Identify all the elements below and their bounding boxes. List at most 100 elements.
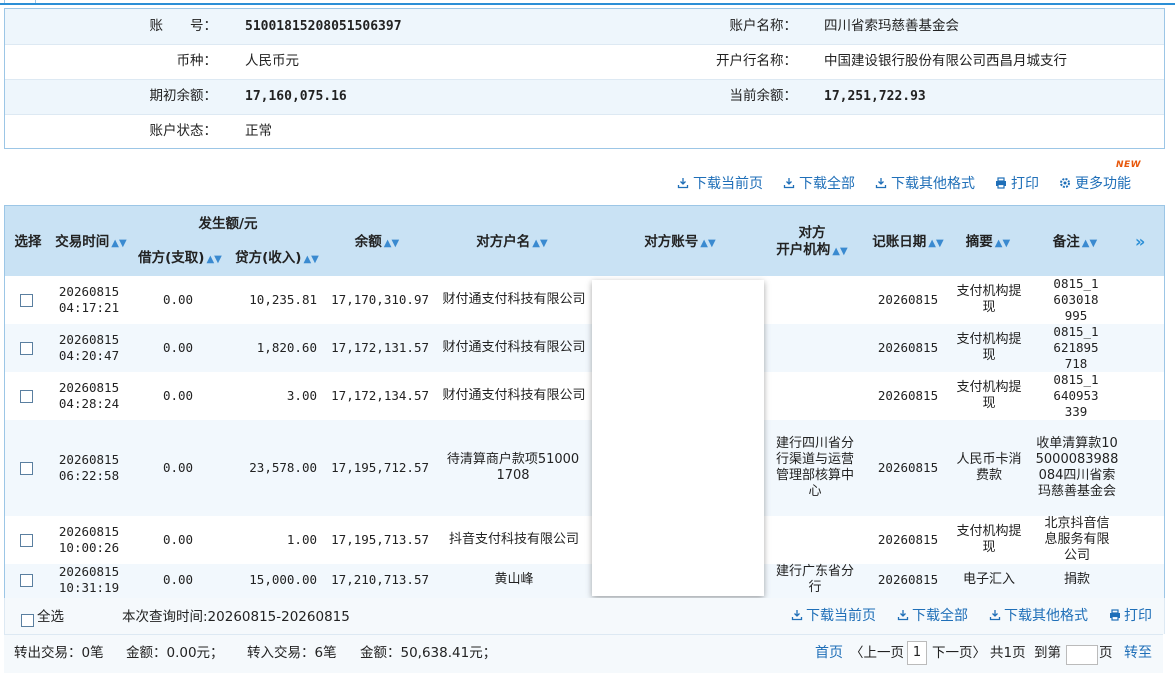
scroll-right-icon[interactable]: » bbox=[1135, 232, 1145, 251]
col-counterparty-account-header[interactable]: 对方账号 ▲▼ bbox=[605, 234, 755, 252]
row-select bbox=[11, 420, 41, 516]
col-counterparty-account-label: 对方账号 bbox=[644, 234, 699, 250]
row-select bbox=[11, 564, 41, 596]
cell-summary: 支付机构提现 bbox=[956, 284, 1022, 315]
table-row[interactable]: 20260815 10:31:19 0.00 15,000.00 17,210,7… bbox=[5, 564, 1164, 599]
col-time-label: 交易时间 bbox=[55, 234, 110, 250]
cell-debit: 0.00 bbox=[162, 340, 194, 355]
cell-balance: 17,195,712.57 bbox=[331, 460, 429, 475]
cell-date: 20260815 bbox=[58, 284, 120, 299]
cell-date: 20260815 bbox=[58, 452, 120, 467]
row-checkbox[interactable] bbox=[19, 341, 33, 355]
cell-counterparty-name: 财付通支付科技有限公司 bbox=[442, 388, 586, 403]
footer-download-all-button[interactable]: 下载全部 bbox=[897, 606, 968, 626]
cell-time: 20260815 04:28:24 bbox=[49, 372, 129, 420]
page-unit-label: 页 bbox=[1099, 645, 1113, 661]
col-credit-header[interactable]: 贷方(收入) ▲▼ bbox=[231, 250, 323, 268]
sort-icon[interactable]: ▲▼ bbox=[532, 238, 547, 249]
current-balance-label: 当前余额： bbox=[729, 88, 798, 104]
download-all-button[interactable]: 下载全部 bbox=[783, 174, 855, 194]
print-label: 打印 bbox=[1011, 176, 1039, 192]
account-info-row: 期初余额： 17,160,075.16 当前余额： 17,251,722.93 bbox=[5, 79, 1164, 114]
sort-icon[interactable]: ▲▼ bbox=[832, 246, 847, 257]
col-counterparty-bank-header[interactable]: 对方 开户机构 ▲▼ bbox=[767, 225, 857, 260]
cell-post-date: 20260815 bbox=[877, 388, 939, 403]
cell-time: 20260815 10:31:19 bbox=[49, 564, 129, 596]
cell-clock: 04:20:47 bbox=[58, 348, 120, 363]
next-page-link[interactable]: 下一页〉 bbox=[932, 643, 986, 663]
select-all-checkbox[interactable] bbox=[21, 614, 34, 627]
outgoing-count: 转出交易：0笔 bbox=[14, 645, 104, 661]
col-counterparty-name-header[interactable]: 对方户名 ▲▼ bbox=[437, 234, 587, 252]
col-post-date-header[interactable]: 记账日期 ▲▼ bbox=[865, 234, 951, 252]
sort-icon[interactable]: ▲▼ bbox=[995, 238, 1010, 249]
row-checkbox[interactable] bbox=[19, 293, 33, 307]
cell-balance: 17,170,310.97 bbox=[331, 292, 429, 307]
table-row[interactable]: 20260815 10:00:26 0.00 1.00 17,195,713.57… bbox=[5, 516, 1164, 564]
print-button[interactable]: 打印 bbox=[995, 174, 1039, 194]
cell-counterparty-bank: 建行四川省分行渠道与运营管理部核算中心 bbox=[775, 436, 854, 499]
redaction-overlay bbox=[592, 280, 764, 596]
table-row[interactable]: 20260815 06:22:58 0.00 23,578.00 17,195,7… bbox=[5, 420, 1164, 516]
sort-icon[interactable]: ▲▼ bbox=[206, 254, 221, 265]
table-row[interactable]: 20260815 04:17:21 0.00 10,235.81 17,170,3… bbox=[5, 276, 1164, 324]
cell-remark: 收单清算款105000083988084四川省索玛慈善基金会 bbox=[1035, 436, 1119, 499]
download-page-button[interactable]: 下载当前页 bbox=[677, 174, 763, 194]
col-time-header[interactable]: 交易时间 ▲▼ bbox=[49, 234, 133, 252]
table-header: 选择 交易时间 ▲▼ 发生额/元 借方(支取) ▲▼ 贷方(收入) ▲▼ 余额 ▲▼ 对… bbox=[5, 206, 1164, 276]
more-functions-button[interactable]: 更多功能 bbox=[1059, 174, 1131, 194]
sort-icon[interactable]: ▲▼ bbox=[303, 254, 318, 265]
account-status-value: 正常 bbox=[245, 123, 272, 139]
row-checkbox[interactable] bbox=[19, 389, 33, 403]
cell-time: 20260815 04:20:47 bbox=[49, 324, 129, 372]
row-checkbox[interactable] bbox=[19, 533, 33, 547]
divider bbox=[5, 44, 1164, 45]
table-row[interactable]: 20260815 04:28:24 0.00 3.00 17,172,134.57… bbox=[5, 372, 1164, 420]
current-page-box[interactable]: 1 bbox=[907, 641, 927, 665]
page-number-input[interactable] bbox=[1066, 645, 1098, 665]
col-remark-header[interactable]: 备注 ▲▼ bbox=[1037, 234, 1113, 252]
cell-time: 20260815 06:22:58 bbox=[49, 420, 129, 516]
cell-counterparty-bank bbox=[771, 372, 859, 420]
prev-page-link[interactable]: 〈上一页 bbox=[850, 643, 904, 663]
cell-debit: 0.00 bbox=[162, 460, 194, 475]
footer-download-all-label: 下载全部 bbox=[912, 608, 968, 624]
download-other-format-button[interactable]: 下载其他格式 bbox=[875, 174, 975, 194]
col-balance-header[interactable]: 余额 ▲▼ bbox=[327, 234, 427, 252]
cell-remark: 北京抖音信息服务有限公司 bbox=[1044, 516, 1110, 563]
download-icon bbox=[989, 610, 1001, 621]
table-footer-actions: 全选 本次查询时间:20260815-20260815 下载当前页 下载全部 下… bbox=[4, 598, 1165, 634]
footer-print-button[interactable]: 打印 bbox=[1109, 606, 1152, 626]
sort-icon[interactable]: ▲▼ bbox=[384, 238, 399, 249]
footer-download-other-button[interactable]: 下载其他格式 bbox=[989, 606, 1088, 626]
download-other-label: 下载其他格式 bbox=[891, 176, 975, 192]
cell-counterparty-name: 抖音支付科技有限公司 bbox=[448, 532, 579, 547]
cell-balance: 17,210,713.57 bbox=[331, 572, 429, 587]
row-checkbox[interactable] bbox=[19, 573, 33, 587]
col-summary-label: 摘要 bbox=[965, 234, 993, 250]
first-page-link[interactable]: 首页 bbox=[815, 643, 843, 663]
sort-icon[interactable]: ▲▼ bbox=[700, 238, 715, 249]
cell-summary: 电子汇入 bbox=[962, 572, 1015, 587]
cell-time: 20260815 04:17:21 bbox=[49, 276, 129, 324]
row-checkbox[interactable] bbox=[19, 461, 33, 475]
outgoing-amount: 金额：0.00元； bbox=[126, 645, 224, 661]
account-number-value: 51001815208051506397 bbox=[245, 19, 402, 34]
cell-credit: 1.00 bbox=[286, 532, 317, 547]
goto-button[interactable]: 转至 bbox=[1124, 643, 1152, 663]
footer-download-page-button[interactable]: 下载当前页 bbox=[791, 606, 876, 626]
sort-icon[interactable]: ▲▼ bbox=[111, 238, 126, 249]
currency-value: 人民币元 bbox=[245, 53, 299, 69]
summary-and-pagination: 转出交易：0笔 金额：0.00元； 转入交易：6笔 金额：50,638.41元；… bbox=[4, 634, 1163, 673]
sort-icon[interactable]: ▲▼ bbox=[928, 238, 943, 249]
sort-icon[interactable]: ▲▼ bbox=[1082, 238, 1097, 249]
gear-icon bbox=[1060, 178, 1070, 188]
download-icon bbox=[897, 610, 909, 621]
cell-debit: 0.00 bbox=[162, 292, 194, 307]
select-all-label[interactable]: 全选 bbox=[37, 607, 64, 627]
account-number-label: 账 号： bbox=[149, 18, 218, 34]
table-row[interactable]: 20260815 04:20:47 0.00 1,820.60 17,172,13… bbox=[5, 324, 1164, 372]
col-summary-header[interactable]: 摘要 ▲▼ bbox=[953, 234, 1023, 252]
col-debit-header[interactable]: 借方(支取) ▲▼ bbox=[135, 250, 225, 268]
more-functions-label: 更多功能 bbox=[1075, 176, 1131, 192]
